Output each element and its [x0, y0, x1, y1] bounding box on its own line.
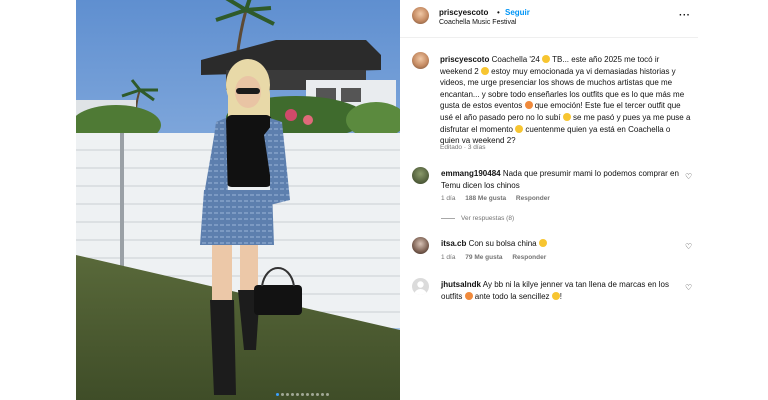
post-image[interactable]: ›: [76, 0, 400, 400]
carousel-dot: [326, 393, 329, 396]
view-replies-button[interactable]: Ver respuestas (8): [441, 215, 514, 222]
default-avatar-icon[interactable]: [412, 278, 429, 295]
commenter-avatar[interactable]: [412, 167, 429, 184]
commenter-username[interactable]: itsa.cb: [441, 239, 466, 248]
reply-button[interactable]: Responder: [512, 254, 546, 261]
post-caption: priscyescoto Coachella '24 TB... este añ…: [440, 54, 692, 147]
sparkle-emoji-icon: [542, 55, 551, 63]
separator-dot: •: [497, 8, 500, 17]
comment-text: itsa.cb Con su bolsa china: [441, 238, 681, 250]
location-link[interactable]: Coachella Music Festival: [439, 19, 516, 26]
commenter-username[interactable]: emmang190484: [441, 169, 501, 178]
photo-illustration: [76, 0, 400, 400]
caption-text: Coachella '24: [491, 55, 543, 64]
comment-body: ante todo la sencillez: [472, 291, 552, 301]
post-side-panel: priscyescoto • Seguir Coachella Music Fe…: [400, 0, 698, 400]
grin-emoji-icon: [551, 291, 560, 300]
carousel-dot: [281, 393, 284, 396]
laughing-emoji-icon: [562, 112, 571, 121]
comment-likes[interactable]: 188 Me gusta: [465, 195, 506, 202]
author-username[interactable]: priscyescoto: [439, 8, 488, 17]
carousel-dot: [311, 393, 314, 396]
post-header: priscyescoto • Seguir Coachella Music Fe…: [400, 0, 698, 38]
smile-emoji-icon: [480, 66, 489, 75]
comment-text: emmang190484 Nada que presumir mami lo p…: [441, 168, 681, 191]
carousel-dot: [296, 393, 299, 396]
caption-timestamp: Editado · 3 días: [440, 144, 486, 151]
like-comment-heart-icon[interactable]: ♡: [685, 242, 692, 251]
comment-time: 1 día: [441, 254, 456, 261]
comment-meta: 1 día 79 Me gusta Responder: [441, 254, 554, 261]
user-silhouette-icon: [414, 281, 427, 295]
comment-text: jhutsalndk Ay bb ni la kilye jenner va t…: [441, 279, 681, 302]
comment-body: !: [559, 291, 562, 301]
caption-username[interactable]: priscyescoto: [440, 55, 489, 64]
like-comment-heart-icon[interactable]: ♡: [685, 172, 692, 181]
replies-divider-line: [441, 218, 455, 219]
laughing-emoji-icon: [538, 239, 547, 247]
carousel-dot: [276, 393, 279, 396]
comment-body: Con su bolsa china: [468, 239, 539, 248]
more-options-icon[interactable]: ···: [679, 10, 691, 21]
reply-button[interactable]: Responder: [516, 195, 550, 202]
grin-emoji-icon: [515, 124, 524, 133]
commenter-username[interactable]: jhutsalndk: [441, 280, 481, 289]
smirk-emoji-icon: [464, 291, 473, 300]
comment-likes[interactable]: 79 Me gusta: [465, 254, 502, 261]
carousel-dot: [301, 393, 304, 396]
heart-eyes-emoji-icon: [524, 101, 533, 110]
comment-time: 1 día: [441, 195, 456, 202]
comment-meta: 1 día 188 Me gusta Responder: [441, 195, 558, 202]
carousel-dot: [286, 393, 289, 396]
commenter-avatar[interactable]: [412, 237, 429, 254]
caption-avatar[interactable]: [412, 52, 429, 69]
follow-button[interactable]: Seguir: [505, 8, 530, 17]
view-replies-label: Ver respuestas (8): [461, 215, 515, 222]
carousel-dot: [306, 393, 309, 396]
author-avatar[interactable]: [412, 7, 429, 24]
carousel-indicator: [276, 393, 329, 396]
carousel-dot: [291, 393, 294, 396]
carousel-dot: [316, 393, 319, 396]
like-comment-heart-icon[interactable]: ♡: [685, 283, 692, 292]
carousel-dot: [321, 393, 324, 396]
